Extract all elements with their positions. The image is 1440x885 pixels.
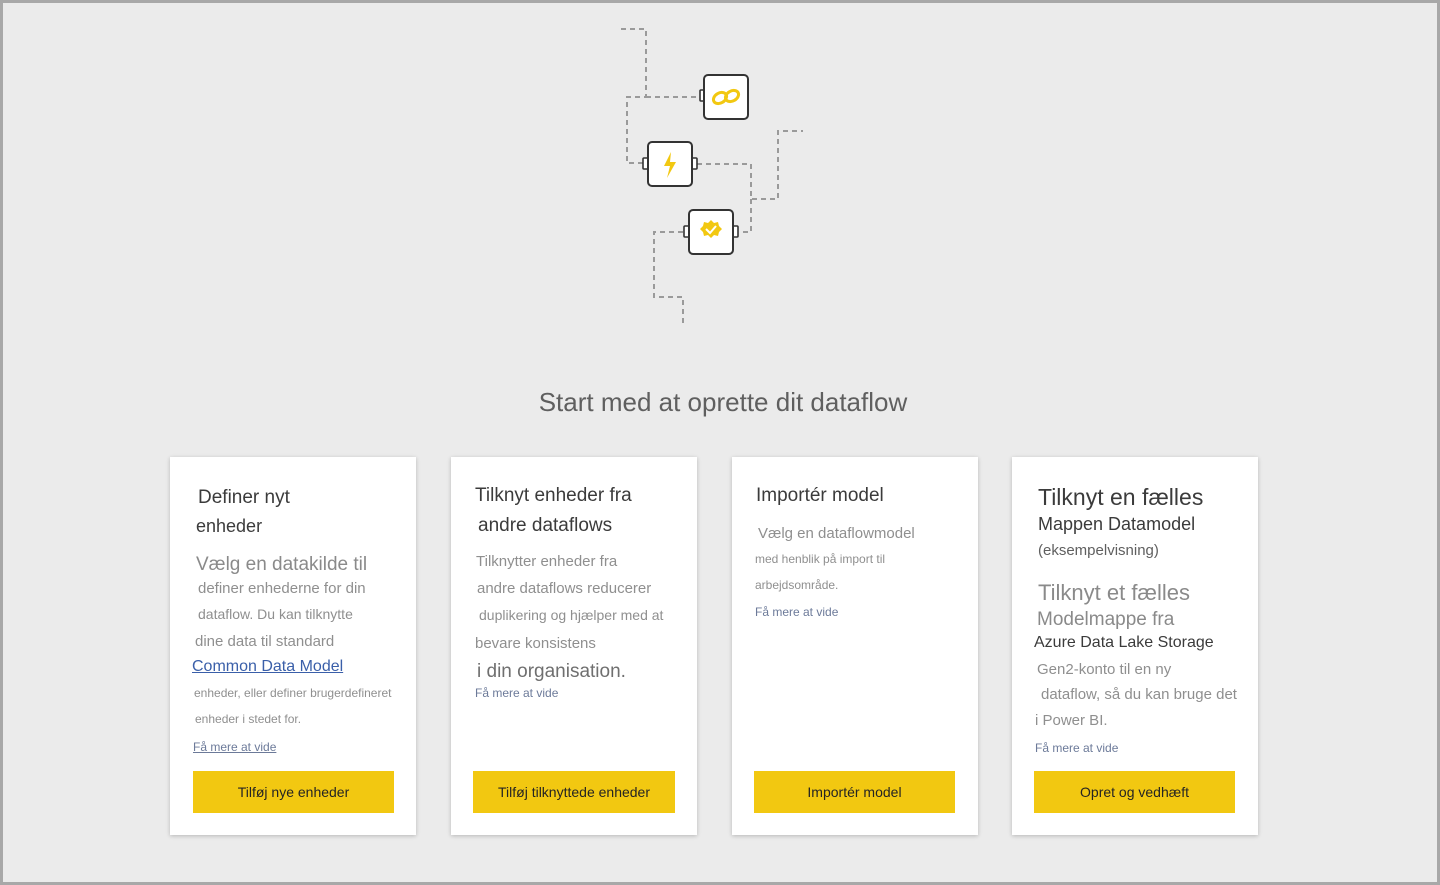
dataflow-illustration — [621, 28, 803, 323]
check-badge-node — [683, 209, 739, 255]
card-description: Vælg en dataflowmodel — [758, 525, 915, 542]
card-description: definer enhederne for din — [198, 580, 366, 597]
card-link-entities: Tilknyt enheder fra andre dataflows Tilk… — [451, 457, 697, 835]
card-title: Tilknyt enheder fra — [475, 485, 632, 506]
card-title: (eksempelvisning) — [1038, 542, 1159, 559]
import-model-button[interactable]: Importér model — [754, 771, 955, 813]
link-node — [699, 74, 749, 120]
card-description: Tilknytter enheder fra — [476, 553, 618, 570]
card-import-model: Importér model Vælg en dataflowmodel med… — [732, 457, 978, 835]
card-title: enheder — [196, 516, 263, 536]
card-title: Mappen Datamodel — [1038, 514, 1196, 534]
card-description: dataflow. Du kan tilknytte — [198, 606, 353, 622]
card-attach-cdm-folder: Tilknyt en fælles Mappen Datamodel (ekse… — [1012, 457, 1258, 835]
card-title: andre dataflows — [478, 515, 613, 536]
card-description: enheder i stedet for. — [195, 712, 302, 726]
card-description: med henblik på import til — [755, 552, 886, 566]
card-description: Vælg en datakilde til — [196, 554, 368, 575]
dataflow-start-page: Start med at oprette dit dataflow Define… — [0, 0, 1440, 885]
add-new-entities-button[interactable]: Tilføj nye enheder — [193, 771, 394, 813]
card-description: Modelmappe fra — [1037, 609, 1175, 630]
card-description: dine data til standard — [195, 633, 335, 650]
learn-more-link[interactable]: Få mere at vide — [193, 741, 276, 753]
card-description: arbejdsområde. — [755, 578, 839, 592]
card-description: Gen2-konto til en ny — [1037, 661, 1172, 678]
add-linked-entities-button[interactable]: Tilføj tilknyttede enheder — [473, 771, 675, 813]
card-description: i din organisation. — [477, 661, 626, 682]
card-description: andre dataflows reducerer — [477, 580, 652, 597]
card-description: Azure Data Lake Storage — [1034, 634, 1214, 651]
lightning-node — [642, 141, 698, 187]
card-description: duplikering og hjælper med at — [479, 607, 664, 623]
card-description: enheder, eller definer brugerdefineret — [194, 686, 392, 700]
create-and-attach-button[interactable]: Opret og vedhæft — [1034, 771, 1235, 813]
learn-more-link[interactable]: Få mere at vide — [1035, 742, 1118, 754]
card-description: i Power BI. — [1035, 712, 1108, 729]
page-title: Start med at oprette dit dataflow — [538, 387, 908, 417]
card-description: bevare konsistens — [475, 635, 596, 652]
common-data-model-link[interactable]: Common Data Model — [192, 659, 343, 675]
learn-more-link[interactable]: Få mere at vide — [755, 606, 838, 618]
card-description: Tilknyt et fælles — [1038, 580, 1191, 605]
card-define-new-entities: Definer nyt enheder Vælg en datakilde ti… — [170, 457, 416, 835]
learn-more-link[interactable]: Få mere at vide — [475, 687, 558, 699]
card-title: Tilknyt en fælles — [1038, 484, 1204, 510]
card-description: dataflow, så du kan bruge det — [1041, 686, 1237, 703]
card-title: Importér model — [756, 485, 884, 506]
card-title: Definer nyt — [198, 487, 290, 508]
